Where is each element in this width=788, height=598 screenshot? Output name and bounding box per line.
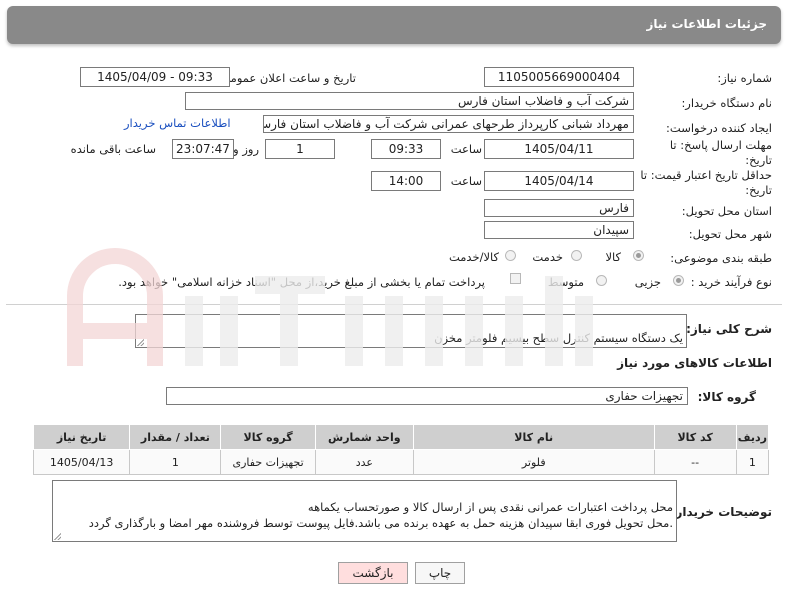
need-number-label: شماره نیاز:	[717, 71, 772, 85]
announce-label: تاریخ و ساعت اعلان عمومی:	[217, 71, 356, 85]
reply-time-label: ساعت	[450, 142, 482, 156]
cell-need-date: 1405/04/13	[32, 449, 131, 475]
category-option-service: خدمت	[532, 250, 563, 264]
back-button[interactable]: بازگشت	[338, 562, 408, 584]
city-field: سپیدان	[484, 221, 634, 239]
reply-date-field: 1405/04/11	[484, 139, 634, 159]
cell-name: فلوتر	[412, 449, 655, 475]
cell-unit: عدد	[314, 449, 414, 475]
province-label: استان محل تحویل:	[681, 204, 772, 218]
process-radio-medium[interactable]	[596, 275, 607, 286]
price-time-field: 14:00	[371, 171, 441, 191]
col-need-date: تاریخ نیاز	[32, 424, 131, 450]
process-label: نوع فرآیند خرید :	[690, 275, 772, 289]
print-button[interactable]: چاپ	[415, 562, 465, 584]
treasury-payment-note: پرداخت تمام یا بخشی از مبلغ خرید،از محل …	[118, 275, 485, 289]
page-header: جزئیات اطلاعات نیاز	[7, 6, 781, 44]
table-row: 1 -- فلوتر عدد تجهیزات حفاری 1 1405/04/1…	[32, 449, 770, 475]
remaining-label: ساعت باقی مانده	[70, 142, 156, 156]
price-validity-label: حداقل تاریخ اعتبار قیمت: تا تاریخ:	[640, 168, 772, 197]
requester-label: ایجاد کننده درخواست:	[666, 121, 772, 135]
page-title: جزئیات اطلاعات نیاز	[646, 17, 767, 31]
day-and-label: روز و	[233, 142, 259, 156]
cell-code: --	[653, 449, 737, 475]
reply-deadline-label: مهلت ارسال پاسخ: تا تاریخ:	[669, 138, 772, 167]
announce-datetime-field: 1405/04/09 - 09:33	[80, 67, 230, 87]
description-textarea[interactable]: یک دستگاه سیستم کنترل سطح بیسیم فلومتر م…	[135, 314, 687, 348]
category-radio-service[interactable]	[571, 250, 582, 261]
price-time-label: ساعت	[450, 174, 482, 188]
city-label: شهر محل تحویل:	[688, 227, 772, 241]
col-quantity: تعداد / مقدار	[129, 424, 222, 450]
price-date-field: 1405/04/14	[484, 171, 634, 191]
cell-group: تجهیزات حفاری	[220, 449, 316, 475]
buyer-org-field: شرکت آب و فاضلاب استان فارس	[185, 92, 634, 110]
buyer-org-label: نام دستگاه خریدار:	[681, 96, 772, 110]
col-unit: واحد شمارش	[314, 424, 414, 450]
category-radio-goods-service[interactable]	[505, 250, 516, 261]
process-option-minor: جزیی	[634, 275, 661, 289]
goods-section-title: اطلاعات کالاهای مورد نیاز	[617, 356, 772, 370]
buyer-notes-textarea[interactable]: محل پرداخت اعتبارات عمرانی نقدی پس از ار…	[52, 480, 677, 542]
category-radio-goods[interactable]	[633, 250, 644, 261]
description-text: یک دستگاه سیستم کنترل سطح بیسیم فلومتر م…	[434, 331, 683, 347]
col-name: نام کالا	[412, 424, 655, 450]
resize-handle-icon[interactable]	[54, 533, 61, 540]
process-option-medium: متوسط	[547, 275, 584, 289]
province-field: فارس	[484, 199, 634, 217]
buyer-notes-text: محل پرداخت اعتبارات عمرانی نقدی پس از ار…	[88, 500, 673, 530]
goods-group-label: گروه کالا:	[697, 390, 756, 404]
description-label: شرح کلی نیاز:	[686, 322, 772, 336]
resize-handle-icon[interactable]	[137, 339, 144, 346]
divider	[6, 304, 782, 305]
buyer-notes-label: توضیحات خریدار:	[670, 505, 772, 519]
process-radio-minor[interactable]	[673, 275, 684, 286]
need-number-field: 1105005669000404	[484, 67, 634, 87]
col-row: ردیف	[735, 424, 770, 450]
col-group: گروه کالا	[220, 424, 316, 450]
days-count-field: 1	[265, 139, 335, 159]
requester-field: مهرداد شبانی کارپرداز طرحهای عمرانی شرکت…	[263, 115, 634, 133]
buyer-contact-link[interactable]: اطلاعات تماس خریدار	[124, 116, 231, 130]
col-code: کد کالا	[653, 424, 737, 450]
category-label: طبقه بندی موضوعی:	[670, 251, 772, 265]
remaining-time-field: 23:07:47	[172, 139, 234, 159]
goods-table-header: ردیف کد کالا نام کالا واحد شمارش گروه کا…	[32, 424, 770, 450]
reply-time-field: 09:33	[371, 139, 441, 159]
goods-table: ردیف کد کالا نام کالا واحد شمارش گروه کا…	[32, 424, 770, 475]
cell-row: 1	[735, 449, 770, 475]
goods-group-field: تجهیزات حفاری	[166, 387, 688, 405]
cell-quantity: 1	[129, 449, 222, 475]
treasury-payment-checkbox[interactable]	[510, 273, 521, 284]
category-option-goods: کالا	[605, 250, 621, 264]
category-option-goods-service: کالا/خدمت	[448, 250, 499, 264]
